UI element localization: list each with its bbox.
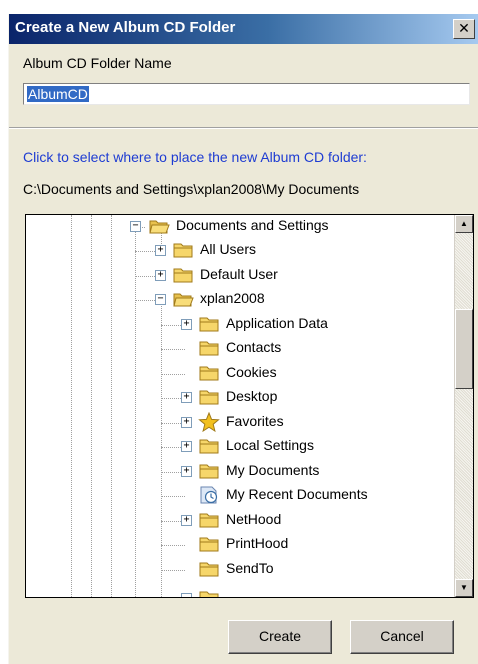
- close-button[interactable]: ✕: [453, 19, 475, 39]
- recent-docs-icon: [200, 486, 218, 504]
- scroll-down-button[interactable]: ▼: [455, 579, 473, 597]
- folder-icon: [199, 341, 219, 356]
- expand-toggle[interactable]: +: [181, 441, 192, 452]
- folder-icon: [199, 562, 219, 577]
- tree-node-my-documents[interactable]: + My Documents: [26, 460, 446, 484]
- tree-node-label: Favorites: [226, 413, 284, 429]
- tree-node-favorites[interactable]: + Favorites: [26, 411, 446, 435]
- tree-node-documents-and-settings[interactable]: − Documents and Settings: [26, 215, 446, 239]
- tree-node-default-user[interactable]: + Default User: [26, 264, 446, 288]
- tree-node-printhood[interactable]: PrintHood: [26, 533, 446, 557]
- tree-node-label: xplan2008: [200, 290, 265, 306]
- folder-icon: [173, 243, 193, 258]
- folder-open-icon: [149, 220, 170, 234]
- cancel-button[interactable]: Cancel: [350, 620, 454, 654]
- expand-toggle[interactable]: +: [181, 417, 192, 428]
- folder-open-icon: [173, 293, 194, 307]
- star-icon: [198, 412, 220, 432]
- current-path-label: C:\Documents and Settings\xplan2008\My D…: [23, 181, 360, 197]
- tree-node-label: PrintHood: [226, 535, 289, 551]
- title-bar[interactable]: Create a New Album CD Folder ✕: [9, 14, 478, 44]
- tree-node-xplan2008[interactable]: − xplan2008: [26, 288, 446, 312]
- tree-node-application-data[interactable]: + Application Data: [26, 313, 446, 337]
- folder-name-label: Album CD Folder Name: [23, 55, 172, 71]
- close-icon: ✕: [458, 20, 470, 36]
- collapse-toggle[interactable]: −: [155, 294, 166, 305]
- tree-node-label: Desktop: [226, 388, 278, 404]
- tree-node-label: Documents and Settings: [176, 217, 329, 233]
- folder-tree[interactable]: − Documents and Settings + All Users + D…: [25, 214, 474, 598]
- tree-node-label: Default User: [200, 266, 278, 282]
- tree-node-label: SendTo: [226, 560, 274, 576]
- scroll-up-button[interactable]: ▲: [455, 215, 473, 233]
- tree-node-label: Application Data: [226, 315, 328, 331]
- expand-toggle[interactable]: +: [181, 392, 192, 403]
- folder-name-value: AlbumCD: [27, 86, 89, 102]
- create-album-cd-folder-dialog: Create a New Album CD Folder ✕ Album CD …: [8, 14, 478, 664]
- folder-icon: [199, 439, 219, 454]
- expand-toggle[interactable]: [181, 593, 192, 597]
- tree-node-label: Cookies: [226, 364, 277, 380]
- tree-node-label: NetHood: [226, 511, 282, 527]
- folder-icon: [199, 591, 219, 597]
- folder-name-input[interactable]: AlbumCD: [23, 83, 470, 105]
- folder-tree-viewport: − Documents and Settings + All Users + D…: [26, 215, 446, 597]
- tree-vertical-scrollbar[interactable]: ▲ ▼: [454, 215, 473, 597]
- scroll-thumb[interactable]: [455, 309, 473, 389]
- arrow-down-icon: ▼: [460, 583, 468, 592]
- expand-toggle[interactable]: +: [155, 270, 166, 281]
- folder-icon: [199, 317, 219, 332]
- location-prompt[interactable]: Click to select where to place the new A…: [23, 149, 367, 165]
- tree-node-all-users[interactable]: + All Users: [26, 239, 446, 263]
- tree-node-contacts[interactable]: Contacts: [26, 337, 446, 361]
- tree-node-label: All Users: [200, 241, 257, 257]
- separator: [9, 127, 478, 129]
- tree-node-nethood[interactable]: + NetHood: [26, 509, 446, 533]
- tree-node-sendto[interactable]: SendTo: [26, 558, 446, 582]
- collapse-toggle[interactable]: −: [130, 221, 141, 232]
- folder-icon: [173, 268, 193, 283]
- folder-icon: [199, 537, 219, 552]
- expand-toggle[interactable]: +: [181, 319, 192, 330]
- tree-node-desktop[interactable]: + Desktop: [26, 386, 446, 410]
- tree-node-local-settings[interactable]: + Local Settings: [26, 435, 446, 459]
- folder-icon: [199, 513, 219, 528]
- expand-toggle[interactable]: +: [155, 245, 166, 256]
- arrow-up-icon: ▲: [460, 219, 468, 228]
- folder-icon: [199, 464, 219, 479]
- expand-toggle[interactable]: +: [181, 515, 192, 526]
- expand-toggle[interactable]: +: [181, 466, 192, 477]
- folder-icon: [199, 366, 219, 381]
- tree-node-label: Contacts: [226, 339, 282, 355]
- create-button[interactable]: Create: [228, 620, 332, 654]
- folder-icon: [199, 390, 219, 405]
- tree-node-label: My Recent Documents: [226, 486, 368, 502]
- tree-node-label: Local Settings: [226, 437, 314, 453]
- tree-node-label: My Documents: [226, 462, 320, 478]
- tree-node-my-recent-documents[interactable]: My Recent Documents: [26, 484, 446, 508]
- tree-node-cookies[interactable]: Cookies: [26, 362, 446, 386]
- window-title: Create a New Album CD Folder: [15, 19, 236, 36]
- tree-node-partial[interactable]: [26, 587, 446, 597]
